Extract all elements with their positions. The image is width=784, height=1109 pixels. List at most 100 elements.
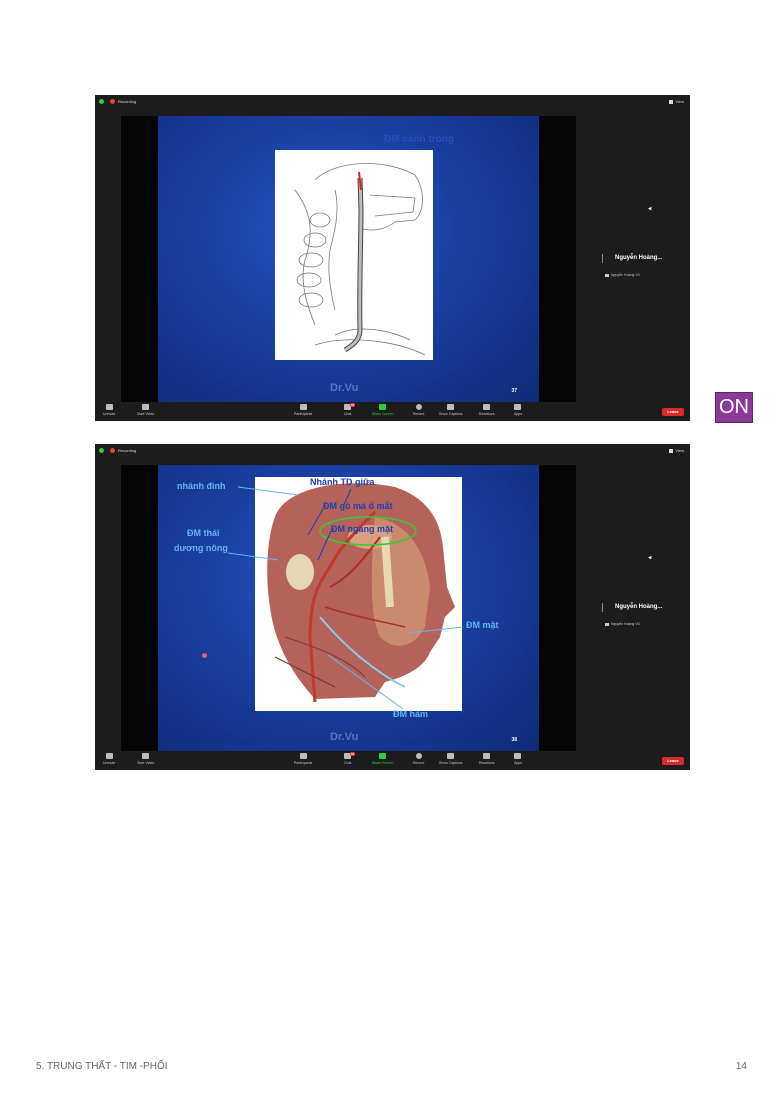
- participant-divider: [602, 603, 603, 612]
- participants-icon: [299, 404, 307, 410]
- record-icon: [415, 404, 422, 410]
- presentation-slide: ĐM cảnh trong Dr.Vu 37: [158, 116, 539, 402]
- participant-subtitle: Nguyễn Hoàng Vũ: [605, 273, 640, 277]
- neck-anatomy-drawing: [294, 163, 426, 356]
- slide-number: 37: [511, 388, 517, 394]
- meeting-topbar: Recording View: [95, 444, 690, 458]
- signal-icon: [605, 622, 609, 626]
- participant-subname: Nguyễn Hoàng Vũ: [611, 622, 640, 626]
- microphone-icon: [105, 404, 113, 410]
- participants-icon: [299, 753, 307, 759]
- shield-icon: [99, 99, 104, 104]
- record-label: Record: [413, 761, 425, 765]
- participant-subname: Nguyễn Hoàng Vũ: [611, 273, 640, 277]
- shared-screen: ĐM cảnh trong Dr.Vu 37: [121, 116, 576, 402]
- apps-icon: [514, 753, 522, 759]
- view-icon: [669, 99, 674, 104]
- chat-badge: 52: [350, 752, 356, 756]
- mouse-cursor-icon: [648, 206, 653, 212]
- reactions-label: Reactions: [479, 412, 495, 416]
- microphone-icon: [105, 753, 113, 759]
- slide-watermark: Dr.Vu: [330, 382, 359, 394]
- leave-button[interactable]: Leave: [662, 408, 684, 416]
- reactions-icon: [483, 404, 491, 410]
- apps-label: Apps: [514, 412, 522, 416]
- recording-icon: [110, 448, 115, 453]
- start-video-button[interactable]: Start Video: [137, 404, 154, 416]
- carotid-artery-illustration: [275, 150, 433, 360]
- shield-icon: [99, 448, 104, 453]
- view-label: View: [675, 99, 684, 104]
- share-screen-button[interactable]: Share Screen: [372, 753, 393, 765]
- share-screen-label: Share Screen: [372, 761, 394, 765]
- share-screen-button[interactable]: Share Screen: [372, 404, 393, 416]
- record-button[interactable]: Record: [413, 753, 424, 765]
- view-label: View: [675, 448, 684, 453]
- meeting-toolbar: Unmute Start Video Participants 52 Chat S…: [95, 402, 690, 421]
- captions-icon: [447, 404, 455, 410]
- share-screen-icon: [379, 753, 387, 759]
- chat-button[interactable]: 52 Chat: [344, 403, 356, 416]
- share-screen-icon: [379, 404, 387, 410]
- participants-button[interactable]: Participants: [294, 753, 312, 765]
- slide-title-faint: ĐM cảnh trong: [384, 134, 454, 145]
- page-number: 14: [735, 1061, 747, 1072]
- mouse-cursor-icon: [648, 555, 653, 561]
- label-pointer-lines: [227, 486, 464, 710]
- chat-button[interactable]: 52 Chat: [344, 752, 356, 765]
- recording-label: Recording: [118, 99, 137, 104]
- record-label: Record: [413, 412, 425, 416]
- leave-button[interactable]: Leave: [662, 757, 684, 765]
- participant-subtitle: Nguyễn Hoàng Vũ: [605, 622, 640, 626]
- start-video-label: Start Video: [137, 412, 155, 416]
- laser-pointer-dot: [202, 653, 207, 658]
- recording-label: Recording: [118, 448, 137, 453]
- captions-icon: [447, 753, 455, 759]
- reactions-button[interactable]: Reactions: [479, 404, 495, 416]
- unmute-button[interactable]: Unmute: [103, 404, 115, 416]
- show-captions-button[interactable]: Show Captions: [439, 753, 463, 765]
- chat-badge: 52: [350, 403, 356, 407]
- participants-label: Participants: [294, 761, 313, 765]
- slide-number: 38: [511, 737, 517, 743]
- on-badge: ON: [715, 392, 753, 423]
- footer-section-title: 5. TRUNG THẤT - TIM -PHỔI: [36, 1061, 168, 1072]
- video-camera-icon: [142, 753, 150, 759]
- participant-name: Nguyễn Hoàng...: [615, 604, 663, 610]
- reactions-button[interactable]: Reactions: [479, 753, 495, 765]
- participant-tile[interactable]: Nguyễn Hoàng... Nguyễn Hoàng Vũ: [600, 594, 685, 634]
- presentation-slide: nhánh đỉnh Nhánh TD giữa ĐM gò má ổ mắt …: [158, 465, 539, 751]
- record-icon: [415, 753, 422, 759]
- start-video-label: Start Video: [137, 761, 155, 765]
- shared-screen: nhánh đỉnh Nhánh TD giữa ĐM gò má ổ mắt …: [121, 465, 576, 751]
- show-captions-button[interactable]: Show Captions: [439, 404, 463, 416]
- share-screen-label: Share Screen: [372, 412, 394, 416]
- view-button[interactable]: View: [669, 448, 684, 454]
- zoom-screenshot-2: Recording View nhánh đỉnh Nhánh TD giữa …: [95, 444, 690, 770]
- recording-icon: [110, 99, 115, 104]
- reactions-label: Reactions: [479, 761, 495, 765]
- meeting-toolbar: Unmute Start Video Participants 52 Chat S…: [95, 751, 690, 770]
- meeting-topbar: Recording View: [95, 95, 690, 109]
- chat-label: Chat: [344, 412, 352, 416]
- unmute-button[interactable]: Unmute: [103, 753, 115, 765]
- reactions-icon: [483, 753, 491, 759]
- chat-label: Chat: [344, 761, 352, 765]
- participant-tile[interactable]: Nguyễn Hoàng... Nguyễn Hoàng Vũ: [600, 245, 685, 285]
- unmute-label: Unmute: [103, 761, 116, 765]
- show-captions-label: Show Captions: [439, 412, 463, 416]
- apps-label: Apps: [514, 761, 522, 765]
- video-camera-icon: [142, 404, 150, 410]
- view-button[interactable]: View: [669, 99, 684, 105]
- participants-button[interactable]: Participants: [294, 404, 312, 416]
- apps-icon: [514, 404, 522, 410]
- start-video-button[interactable]: Start Video: [137, 753, 154, 765]
- apps-button[interactable]: Apps: [514, 753, 522, 765]
- view-icon: [669, 448, 674, 453]
- record-button[interactable]: Record: [413, 404, 424, 416]
- slide-watermark: Dr.Vu: [330, 731, 359, 743]
- apps-button[interactable]: Apps: [514, 404, 522, 416]
- unmute-label: Unmute: [103, 412, 116, 416]
- signal-icon: [605, 273, 609, 277]
- show-captions-label: Show Captions: [439, 761, 463, 765]
